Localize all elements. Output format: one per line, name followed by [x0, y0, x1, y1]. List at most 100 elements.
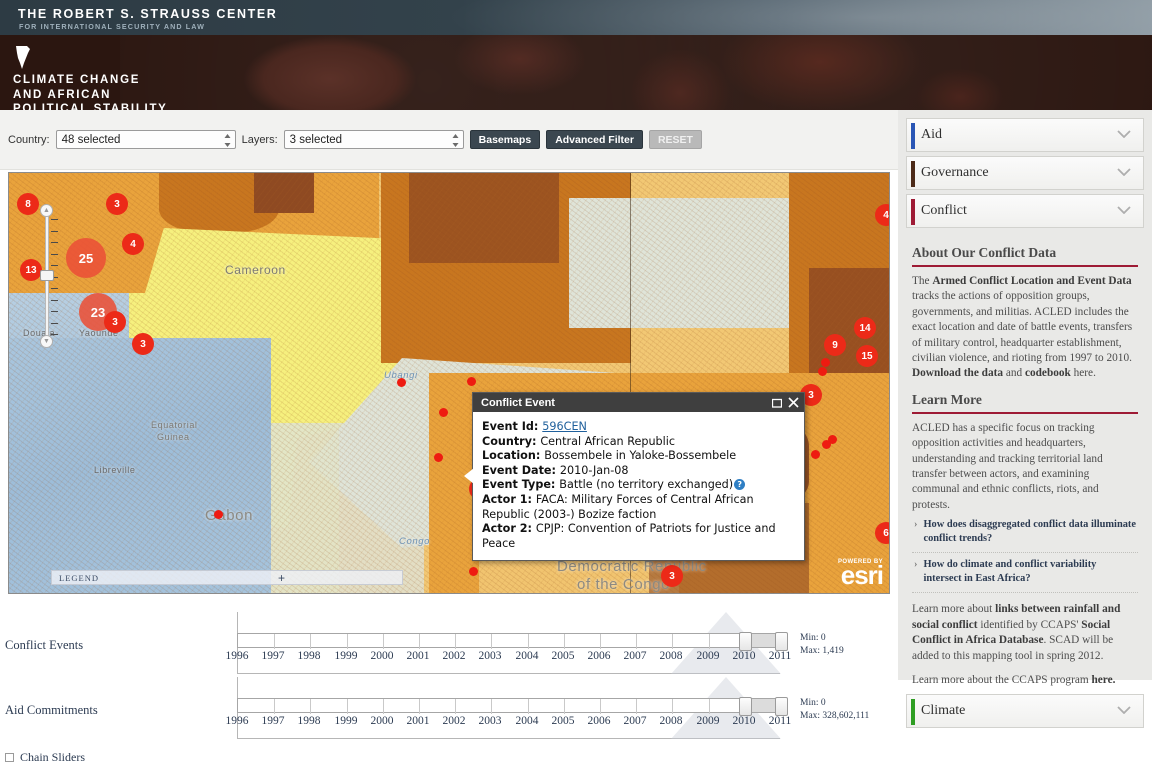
- timeline-tick: [636, 699, 637, 714]
- accordion-conflict-label: Conflict: [921, 203, 967, 219]
- emphasis-text[interactable]: Download the data: [912, 367, 1003, 379]
- chevron-down-icon[interactable]: [1117, 130, 1131, 138]
- accordion-climate[interactable]: Climate: [906, 694, 1144, 728]
- advanced-filter-button[interactable]: Advanced Filter: [546, 130, 643, 149]
- timeline-year-label: 2000: [371, 715, 394, 727]
- learn-more-question-label: How do climate and conflict variability …: [923, 558, 1136, 586]
- popup-field-value: Battle (no territory exchanged): [559, 478, 733, 491]
- popup-field-label: Event Type:: [482, 478, 559, 491]
- conflict-event-marker[interactable]: [469, 567, 478, 576]
- emphasis-text[interactable]: Armed Conflict Location and Event Data: [932, 275, 1131, 287]
- layers-filter-select[interactable]: 3 selected: [284, 130, 464, 149]
- timeline-handle-start[interactable]: [739, 632, 752, 651]
- africa-silhouette-icon: [13, 45, 35, 71]
- chain-sliders-checkbox[interactable]: [5, 753, 14, 762]
- timeline-handle-start[interactable]: [739, 697, 752, 716]
- about-conflict-heading: About Our Conflict Data: [912, 245, 1138, 261]
- map-zoom-slider[interactable]: ▲ ▼: [37, 204, 57, 348]
- conflict-cluster-marker[interactable]: 3: [104, 311, 126, 333]
- timeline-min-value: Min: 0: [800, 697, 869, 710]
- basemaps-button[interactable]: Basemaps: [470, 130, 541, 149]
- conflict-cluster-marker[interactable]: 15: [856, 345, 878, 367]
- popup-event-id-link[interactable]: 596CEN: [542, 420, 587, 433]
- legend-expand-icon[interactable]: +: [278, 573, 285, 583]
- timeline-year-label: 2007: [624, 715, 647, 727]
- conflict-cluster-marker[interactable]: 25: [66, 238, 106, 278]
- timeline-handle-end[interactable]: [775, 697, 788, 716]
- timeline-track[interactable]: [237, 698, 780, 713]
- spinner-arrows-icon: [452, 134, 459, 147]
- map-viewport[interactable]: CameroonDoualaYaoundeEquatorialGuineaGab…: [8, 172, 890, 594]
- ccaps-title-line2: AND AFRICAN: [13, 88, 168, 103]
- conflict-event-marker[interactable]: [821, 358, 830, 367]
- help-icon[interactable]: ?: [734, 479, 745, 490]
- timeline-year-label: 1998: [298, 715, 321, 727]
- accordion-aid[interactable]: Aid: [906, 118, 1144, 152]
- ccaps-program-text: Learn more about the CCAPS program here.: [912, 673, 1138, 688]
- conflict-event-marker[interactable]: [397, 378, 406, 387]
- emphasis-text[interactable]: codebook: [1025, 367, 1071, 379]
- conflict-cluster-marker[interactable]: 9: [824, 334, 846, 356]
- conflict-event-marker[interactable]: [467, 377, 476, 386]
- popup-titlebar: Conflict Event: [473, 393, 804, 412]
- conflict-panel-content: About Our Conflict Data The Armed Confli…: [906, 232, 1144, 688]
- conflict-event-popup[interactable]: Conflict Event Event Id: 596CENCountry: …: [472, 392, 805, 561]
- learn-more-question[interactable]: ›How does disaggregated conflict data il…: [912, 513, 1138, 553]
- zoom-slider-handle[interactable]: [40, 270, 54, 281]
- zoom-tick: [51, 300, 58, 301]
- chevron-down-icon[interactable]: [1117, 706, 1131, 714]
- timeline-year-label: 2001: [407, 650, 430, 662]
- ccaps-title-line1: CLIMATE CHANGE: [13, 73, 168, 88]
- accordion-governance-label: Governance: [921, 165, 989, 181]
- chain-sliders-row[interactable]: Chain Sliders: [5, 750, 85, 765]
- conflict-event-marker[interactable]: [818, 367, 827, 376]
- conflict-cluster-marker[interactable]: 8: [17, 193, 39, 215]
- timeline-tick: [528, 634, 529, 649]
- conflict-event-marker[interactable]: [822, 440, 831, 449]
- zoom-tick: [51, 265, 58, 266]
- accordion-governance[interactable]: Governance: [906, 156, 1144, 190]
- learn-more-question[interactable]: ›How do climate and conflict variability…: [912, 553, 1138, 593]
- emphasis-text[interactable]: here.: [1091, 674, 1115, 686]
- legend-bar[interactable]: LEGEND +: [51, 570, 403, 585]
- zoom-in-button[interactable]: ▲: [40, 204, 53, 217]
- timeline-tick: [310, 634, 311, 649]
- body-text: and: [1003, 367, 1025, 379]
- timeline-year-label: 2004: [516, 715, 539, 727]
- timeline-year-label: 1999: [335, 650, 358, 662]
- conflict-cluster-marker[interactable]: 3: [132, 333, 154, 355]
- conflict-cluster-marker[interactable]: 4: [875, 204, 890, 226]
- timeline-year-label: 2009: [697, 715, 720, 727]
- country-filter-select[interactable]: 48 selected: [56, 130, 236, 149]
- timeline-year-label: 2008: [660, 650, 683, 662]
- timeline-year-label: 2011: [769, 715, 792, 727]
- conflict-cluster-marker[interactable]: 6: [875, 522, 890, 544]
- conflict-event-marker[interactable]: [439, 408, 448, 417]
- conflict-cluster-marker[interactable]: 3: [661, 565, 683, 587]
- zoom-tick: [51, 242, 58, 243]
- body-text: identified by CCAPS': [978, 619, 1082, 631]
- timeline-tick: [347, 634, 348, 649]
- zoom-out-button[interactable]: ▼: [40, 335, 53, 348]
- conflict-cluster-marker[interactable]: 4: [122, 233, 144, 255]
- popup-field: Location: Bossembele in Yaloke-Bossembel…: [482, 449, 795, 464]
- chevron-down-icon[interactable]: [1117, 206, 1131, 214]
- timeline-label: Aid Commitments: [5, 703, 98, 718]
- timeline-year-label: 1996: [226, 715, 249, 727]
- ccaps-title-line3: POLITICAL STABILITY: [13, 102, 168, 110]
- restore-window-icon[interactable]: [772, 398, 782, 408]
- conflict-event-marker[interactable]: [214, 510, 223, 519]
- conflict-cluster-marker[interactable]: 14: [854, 317, 876, 339]
- timeline-year-label: 2010: [733, 650, 756, 662]
- accordion-conflict[interactable]: Conflict: [906, 194, 1144, 228]
- close-icon[interactable]: [788, 397, 799, 408]
- timeline-track[interactable]: [237, 633, 780, 648]
- chevron-down-icon[interactable]: [1117, 168, 1131, 176]
- reset-button[interactable]: RESET: [649, 130, 702, 149]
- world-map-watermark: [120, 35, 1152, 110]
- ccaps-title: CLIMATE CHANGE AND AFRICAN POLITICAL STA…: [13, 73, 168, 110]
- conflict-event-marker[interactable]: [811, 450, 820, 459]
- conflict-event-marker[interactable]: [434, 453, 443, 462]
- timeline-handle-end[interactable]: [775, 632, 788, 651]
- conflict-cluster-marker[interactable]: 3: [106, 193, 128, 215]
